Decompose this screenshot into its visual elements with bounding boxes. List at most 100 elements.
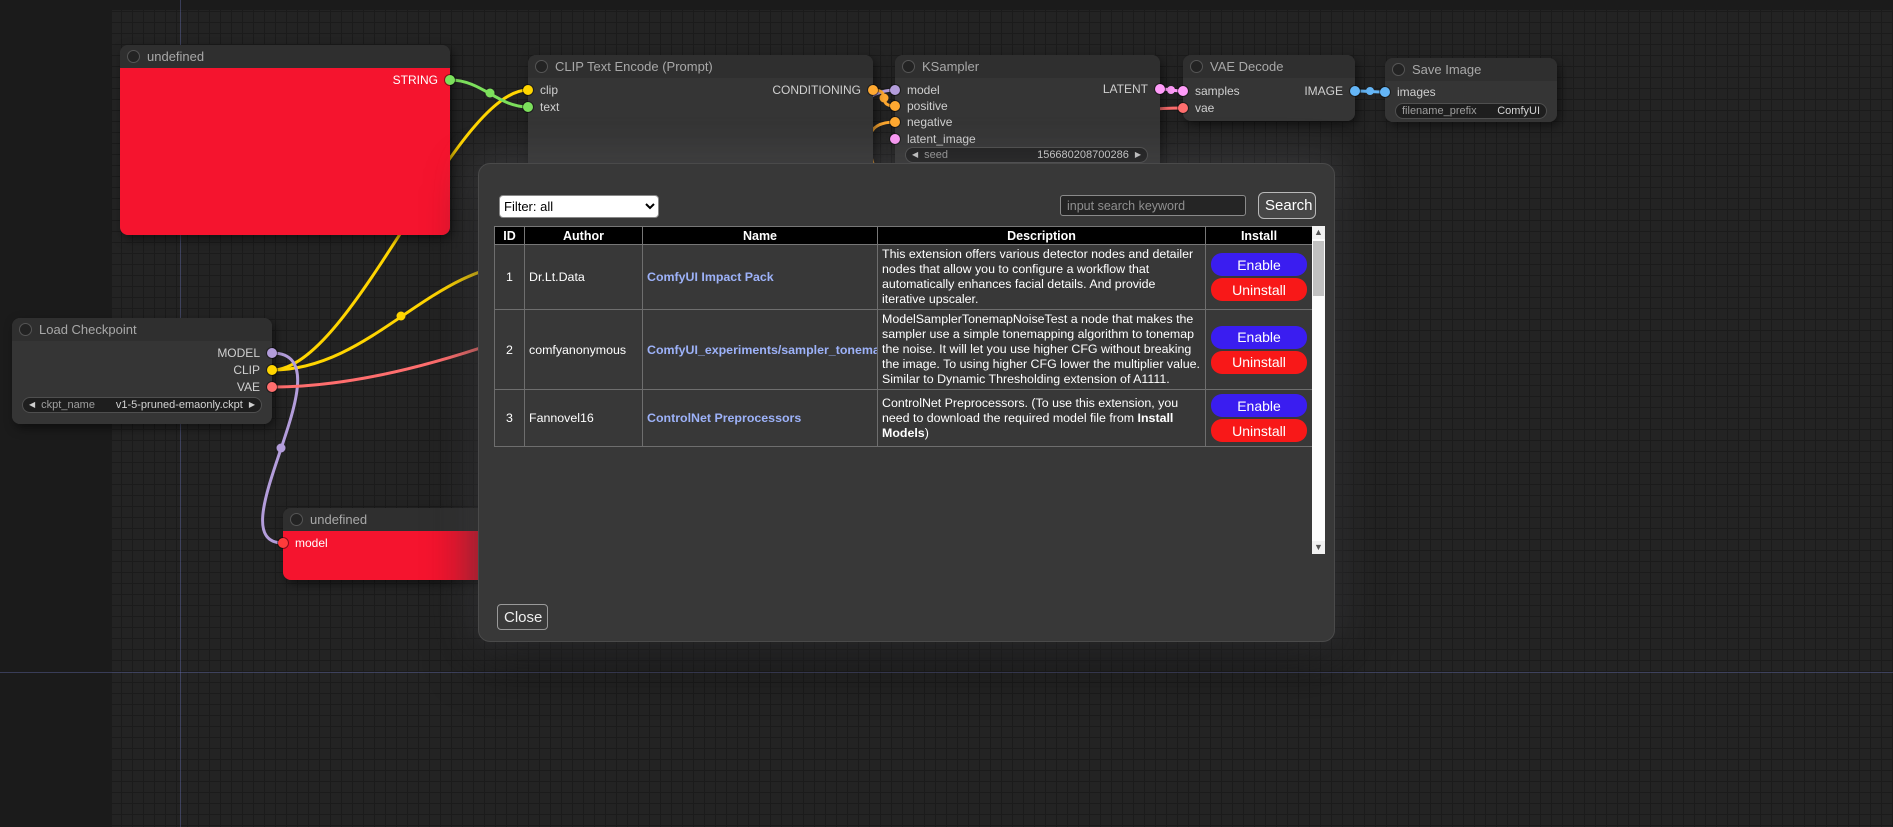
output-slot-model[interactable]: MODEL — [217, 346, 272, 360]
node-save-image[interactable]: Save Image images filename_prefix ComfyU… — [1385, 58, 1557, 122]
output-slot-latent[interactable]: LATENT — [1103, 82, 1160, 96]
extension-id: 2 — [495, 310, 525, 390]
output-slot-vae[interactable]: VAE — [237, 380, 272, 394]
node-title: undefined — [310, 512, 367, 527]
filename-prefix-widget[interactable]: filename_prefix ComfyUI — [1395, 103, 1547, 119]
slot-label: IMAGE — [1304, 84, 1343, 98]
uninstall-button[interactable]: Uninstall — [1211, 278, 1307, 301]
node-header[interactable]: undefined — [120, 45, 450, 68]
uninstall-button[interactable]: Uninstall — [1211, 351, 1307, 374]
widget-label: filename_prefix — [1402, 105, 1477, 117]
slot-label: MODEL — [217, 346, 260, 360]
input-slot-positive[interactable]: positive — [895, 99, 948, 113]
extension-description: ModelSamplerTonemapNoiseTest a node that… — [878, 310, 1206, 390]
input-slot-images[interactable]: images — [1385, 85, 1436, 99]
output-slot-image[interactable]: IMAGE — [1304, 84, 1355, 98]
node-header[interactable]: Load Checkpoint — [12, 318, 272, 341]
slot-dot-string — [523, 102, 533, 112]
slot-label: text — [540, 100, 559, 114]
node-collapse-dot[interactable] — [127, 50, 140, 63]
node-header[interactable]: VAE Decode — [1183, 55, 1355, 78]
slot-dot-image — [1350, 86, 1360, 96]
extension-id: 3 — [495, 390, 525, 447]
input-slot-clip[interactable]: clip — [528, 83, 558, 97]
node-load-checkpoint[interactable]: Load Checkpoint MODEL CLIP VAE ◀ ckpt_na… — [12, 318, 272, 424]
node-title: Save Image — [1412, 62, 1481, 77]
install-cell: EnableUninstall — [1206, 310, 1313, 390]
node-collapse-dot[interactable] — [902, 60, 915, 73]
extension-table-body: 1Dr.Lt.DataComfyUI Impact PackThis exten… — [495, 245, 1313, 447]
scrollbar-up-icon[interactable]: ▲ — [1312, 226, 1325, 239]
slot-label: latent_image — [907, 132, 976, 146]
slot-dot-image — [1380, 87, 1390, 97]
slot-label: model — [907, 83, 940, 97]
widget-value: 156680208700286 — [1037, 149, 1129, 161]
graph-canvas[interactable]: undefined STRING CLIP Text Encode (Promp… — [0, 0, 1893, 827]
extension-table-header-row: IDAuthorNameDescriptionInstall — [495, 227, 1313, 245]
node-header[interactable]: Save Image — [1385, 58, 1557, 81]
extension-name-cell: ControlNet Preprocessors — [643, 390, 878, 447]
node-collapse-dot[interactable] — [290, 513, 303, 526]
decrement-arrow-icon[interactable]: ◀ — [912, 151, 918, 159]
node-collapse-dot[interactable] — [1190, 60, 1203, 73]
link-midpoint-dot — [1366, 87, 1374, 95]
slot-dot-string — [445, 75, 455, 85]
slot-dot-latent — [890, 134, 900, 144]
scrollbar-down-icon[interactable]: ▼ — [1312, 541, 1325, 554]
output-slot-conditioning[interactable]: CONDITIONING — [772, 83, 873, 97]
extension-link[interactable]: ControlNet Preprocessors — [647, 411, 873, 425]
output-slot-clip[interactable]: CLIP — [233, 363, 272, 377]
extension-row: 1Dr.Lt.DataComfyUI Impact PackThis exten… — [495, 245, 1313, 310]
install-cell: EnableUninstall — [1206, 390, 1313, 447]
search-button[interactable]: Search — [1258, 192, 1316, 219]
enable-button[interactable]: Enable — [1211, 326, 1307, 349]
increment-arrow-icon[interactable]: ▶ — [1135, 151, 1141, 159]
node-vae-decode[interactable]: VAE Decode samples vae IMAGE — [1183, 55, 1355, 121]
node-collapse-dot[interactable] — [535, 60, 548, 73]
extension-link[interactable]: ComfyUI Impact Pack — [647, 270, 873, 284]
node-title: KSampler — [922, 59, 979, 74]
extension-name-cell: ComfyUI_experiments/sampler_tonemap — [643, 310, 878, 390]
ckpt-name-widget[interactable]: ◀ ckpt_name v1-5-pruned-emaonly.ckpt ▶ — [22, 397, 262, 413]
enable-button[interactable]: Enable — [1211, 394, 1307, 417]
input-slot-negative[interactable]: negative — [895, 115, 952, 129]
node-undefined-top[interactable]: undefined STRING — [120, 45, 450, 235]
node-collapse-dot[interactable] — [19, 323, 32, 336]
input-slot-samples[interactable]: samples — [1183, 84, 1240, 98]
slot-label: LATENT — [1103, 82, 1148, 96]
filter-select[interactable]: Filter: all — [499, 195, 659, 218]
close-button[interactable]: Close — [497, 604, 548, 630]
widget-value: ComfyUI — [1497, 105, 1540, 117]
input-slot-model[interactable]: model — [895, 83, 940, 97]
missing-node-body — [120, 68, 450, 235]
uninstall-button[interactable]: Uninstall — [1211, 419, 1307, 442]
node-header[interactable]: KSampler — [895, 55, 1160, 78]
node-header[interactable]: CLIP Text Encode (Prompt) — [528, 55, 873, 78]
extension-author: Fannovel16 — [525, 390, 643, 447]
node-collapse-dot[interactable] — [1392, 63, 1405, 76]
column-header: ID — [495, 227, 525, 245]
input-slot-model[interactable]: model — [283, 536, 328, 550]
increment-arrow-icon[interactable]: ▶ — [249, 401, 255, 409]
extension-description: This extension offers various detector n… — [878, 245, 1206, 310]
extension-description: ControlNet Preprocessors. (To use this e… — [878, 390, 1206, 447]
node-title: CLIP Text Encode (Prompt) — [555, 59, 713, 74]
widget-label: seed — [924, 149, 948, 161]
enable-button[interactable]: Enable — [1211, 253, 1307, 276]
widget-label: ckpt_name — [41, 399, 95, 411]
scrollbar[interactable]: ▲ ▼ — [1312, 226, 1325, 554]
input-slot-text[interactable]: text — [528, 100, 559, 114]
scrollbar-thumb[interactable] — [1313, 241, 1324, 296]
input-slot-latent-image[interactable]: latent_image — [895, 132, 976, 146]
output-slot-string[interactable]: STRING — [393, 73, 450, 87]
slot-label: images — [1397, 85, 1436, 99]
node-title: Load Checkpoint — [39, 322, 137, 337]
input-slot-vae[interactable]: vae — [1183, 101, 1214, 115]
slot-dot-model — [267, 348, 277, 358]
extension-link[interactable]: ComfyUI_experiments/sampler_tonemap — [647, 343, 873, 357]
search-input[interactable] — [1060, 195, 1246, 216]
seed-widget[interactable]: ◀ seed 156680208700286 ▶ — [905, 147, 1148, 163]
decrement-arrow-icon[interactable]: ◀ — [29, 401, 35, 409]
extension-row: 3Fannovel16 ControlNet Preprocessors Contr… — [495, 390, 1313, 447]
slot-label: clip — [540, 83, 558, 97]
